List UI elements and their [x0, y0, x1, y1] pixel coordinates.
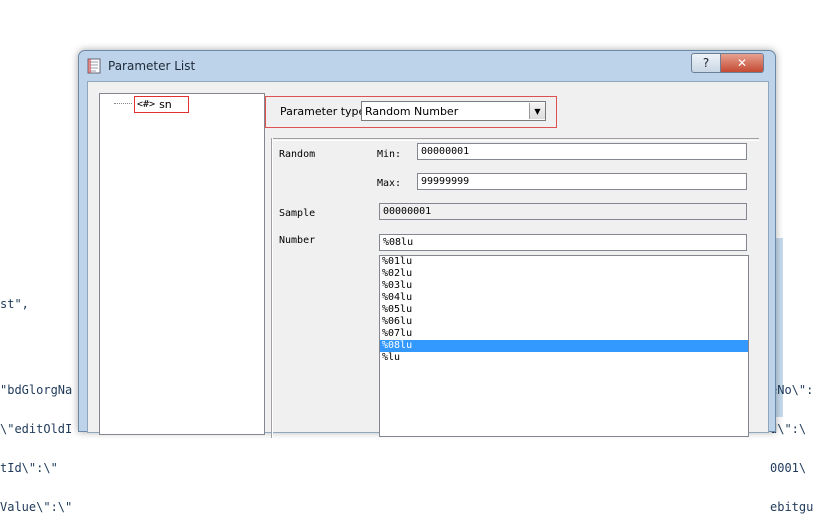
code-line: eNo\": [770, 383, 814, 397]
parameter-type-select[interactable]: Random Number ▼ [361, 101, 546, 121]
list-item[interactable]: %04lu [380, 292, 748, 304]
code-line: ebitgu [770, 500, 814, 514]
min-input[interactable]: 00000001 [417, 143, 747, 160]
separator [271, 138, 273, 438]
list-item[interactable]: %07lu [380, 328, 748, 340]
list-item[interactable]: %05lu [380, 304, 748, 316]
close-button[interactable]: ✕ [720, 53, 764, 73]
list-item[interactable]: %03lu [380, 280, 748, 292]
code-line: d\":\ [770, 422, 807, 436]
help-button[interactable]: ? [691, 53, 721, 73]
number-format-list[interactable]: %01lu %02lu %03lu %04lu %05lu %06lu %07l… [379, 255, 749, 437]
dialog-body: <#> sn Parameter type: Random Number ▼ R… [87, 81, 769, 438]
list-item[interactable]: %06lu [380, 316, 748, 328]
tree-item-label: sn [159, 98, 172, 111]
separator [271, 138, 759, 141]
dialog-titlebar[interactable]: Parameter List ? ✕ [79, 51, 775, 81]
background-code-fragment: eNo\": d\":\ 0001\ ebitgu [770, 358, 813, 527]
sample-value-field: 00000001 [379, 203, 747, 220]
code-line: 0001\ [770, 461, 807, 475]
parameter-type-value: Random Number [365, 104, 459, 118]
code-line: tId\":\" [0, 461, 58, 475]
background-code-fragment: st", [0, 297, 29, 311]
max-input[interactable]: 99999999 [417, 173, 747, 190]
list-item-selected[interactable]: %08lu [380, 340, 748, 352]
chevron-down-icon[interactable]: ▼ [529, 103, 545, 119]
code-line: Value\":\" [0, 500, 73, 514]
tree-connector [114, 103, 132, 104]
list-item[interactable]: %02lu [380, 268, 748, 280]
code-line: \"editOldI [0, 422, 73, 436]
min-label: Min: [377, 149, 402, 160]
parameter-list-dialog: Parameter List ? ✕ <#> sn Parameter type… [78, 50, 776, 438]
number-format-input[interactable]: %08lu [379, 234, 747, 251]
list-item[interactable]: %lu [380, 352, 748, 364]
random-section-label: Random [279, 149, 316, 160]
number-label: Number [279, 235, 316, 246]
document-icon [87, 58, 101, 74]
list-item[interactable]: %01lu [380, 256, 748, 268]
parameter-tree[interactable]: <#> sn [99, 93, 265, 435]
parameter-type-label: Parameter type: [280, 105, 370, 118]
max-label: Max: [377, 178, 402, 189]
dialog-title: Parameter List [108, 59, 196, 73]
background-code-fragment: "bdGlorgNa \"editOldI tId\":\" Value\":\… [0, 358, 72, 527]
sample-label: Sample [279, 208, 316, 219]
parameter-type-group: Parameter type: Random Number ▼ [265, 96, 557, 128]
code-line: "bdGlorgNa [0, 383, 73, 397]
parameter-icon: <#> [137, 99, 156, 110]
tree-item-sn[interactable]: <#> sn [134, 96, 189, 113]
